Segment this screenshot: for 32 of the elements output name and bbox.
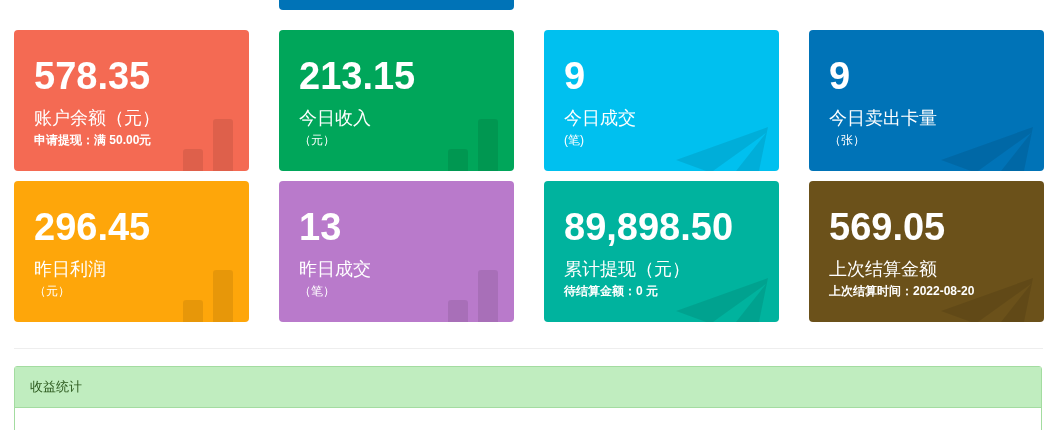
stat-label: 账户余额（元） xyxy=(34,107,161,130)
stat-value: 9 xyxy=(564,54,587,98)
stat-label: 累计提现（元） xyxy=(564,258,691,281)
stat-note: （元） xyxy=(299,132,336,148)
stat-value: 89,898.50 xyxy=(564,205,735,249)
paper-plane-icon xyxy=(676,278,771,322)
stat-note: （张） xyxy=(829,132,866,148)
stat-note: (笔) xyxy=(564,132,585,148)
stat-label: 昨日成交 xyxy=(299,258,372,281)
paper-plane-icon xyxy=(676,127,771,171)
stat-value: 9 xyxy=(829,54,852,98)
bar-chart-icon xyxy=(183,270,233,322)
bar-chart-icon xyxy=(183,119,233,171)
stat-note: （笔） xyxy=(299,283,336,299)
stat-label: 昨日利润 xyxy=(34,258,107,281)
stat-value: 569.05 xyxy=(829,205,947,249)
stat-label: 今日收入 xyxy=(299,107,372,130)
stat-value: 13 xyxy=(299,205,343,249)
stat-value: 213.15 xyxy=(299,54,417,98)
stat-label: 上次结算金额 xyxy=(829,258,938,281)
stat-value: 578.35 xyxy=(34,54,152,98)
stat-note: 申请提现：满 50.00元 xyxy=(34,132,153,148)
bar-chart-icon xyxy=(448,270,498,322)
stat-label: 今日卖出卡量 xyxy=(829,107,938,130)
paper-plane-icon xyxy=(941,127,1036,171)
stat-note: （元） xyxy=(34,283,71,299)
stat-label: 今日成交 xyxy=(564,107,637,130)
panel-title: 收益统计 xyxy=(30,378,82,396)
stat-note: 上次结算时间：2022-08-20 xyxy=(829,283,976,299)
bar-chart-icon xyxy=(448,119,498,171)
stat-value: 296.45 xyxy=(34,205,152,249)
stat-note: 待结算金额：0 元 xyxy=(564,283,659,299)
